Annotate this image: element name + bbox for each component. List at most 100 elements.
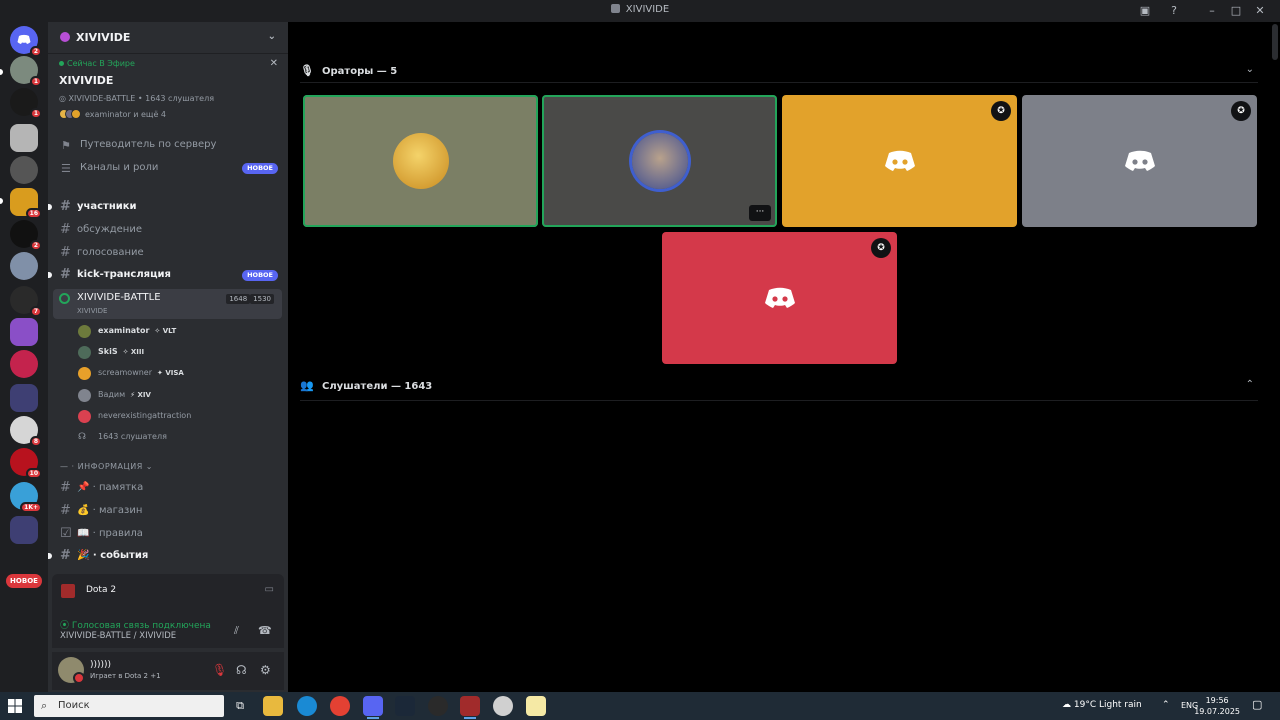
live-label: Сейчас В Эфире	[59, 59, 135, 68]
weather-widget[interactable]: ☁ 19°C Light rain	[1062, 700, 1142, 710]
tray-chevron-up-icon[interactable]: ⌃	[1162, 700, 1170, 710]
channel-item[interactable]: # kick-трансляция НОВОЕ	[48, 265, 282, 285]
server-icon[interactable]: 16	[10, 188, 42, 219]
moderator-icon: ✪	[871, 238, 891, 258]
hash-icon: #	[60, 245, 71, 260]
screen-share-icon[interactable]: ▭	[265, 584, 274, 595]
guild-header[interactable]: XIVIVIDE ⌄	[48, 22, 288, 54]
discord-taskbar-icon[interactable]	[363, 696, 383, 719]
voice-user[interactable]: examinator ✧ VLT	[76, 321, 276, 341]
server-icon[interactable]: 10	[10, 448, 42, 479]
server-icon[interactable]: 1	[10, 56, 42, 87]
scrollbar-thumb[interactable]	[1272, 24, 1278, 60]
speaker-tile[interactable]: ✪	[782, 95, 1017, 227]
chrome-icon[interactable]	[330, 696, 350, 716]
channel-item[interactable]: # обсуждение	[56, 220, 282, 240]
hash-icon: #	[60, 480, 71, 495]
signal-icon: ⦿	[60, 621, 72, 631]
server-icon[interactable]	[10, 318, 38, 346]
taskbar-clock[interactable]: 19:56 19.07.2025	[1194, 695, 1240, 717]
people-icon: 👥	[300, 379, 314, 392]
maximize-button[interactable]: □	[1228, 3, 1244, 19]
app-icon[interactable]	[428, 696, 448, 716]
headphones-icon[interactable]: ☊	[236, 663, 247, 677]
help-icon[interactable]: ?	[1166, 3, 1182, 19]
channel-item[interactable]: # голосование	[56, 243, 282, 263]
server-folder-icon[interactable]	[10, 516, 38, 544]
channel-item[interactable]: ☑ 📖 · правила	[56, 524, 282, 544]
server-guide-link[interactable]: ⚑ Путеводитель по серверу	[56, 135, 282, 155]
signpost-icon: ⚑	[61, 139, 71, 152]
unread-indicator	[48, 204, 52, 210]
server-icon[interactable]: 7	[10, 286, 42, 317]
more-options-button[interactable]: ···	[749, 205, 771, 221]
app-icon	[610, 4, 620, 13]
title-bar: XIVIVIDE ▣ ? – □ ✕	[0, 0, 1280, 22]
microphone-icon: 🎙	[300, 64, 314, 77]
dota-icon[interactable]	[460, 696, 480, 719]
gear-icon[interactable]: ⚙	[260, 663, 271, 677]
inbox-icon[interactable]: ▣	[1137, 3, 1153, 19]
server-icon[interactable]	[10, 252, 38, 280]
file-explorer-icon[interactable]	[263, 696, 283, 716]
game-activity-bar[interactable]: Dota 2 ▭	[52, 574, 284, 608]
avatar	[78, 346, 91, 359]
channel-item[interactable]: # 💰 · магазин	[56, 501, 282, 521]
channels-roles-link[interactable]: ☰ Каналы и роли НОВОЕ	[56, 158, 282, 178]
live-stage-card[interactable]: Сейчас В Эфире ✕ XIVIVIDE ◎ XIVIVIDE-BAT…	[56, 56, 282, 122]
voice-user[interactable]: SkiS ✧ XIII	[76, 342, 276, 362]
discord-logo-icon	[764, 287, 795, 308]
voice-user[interactable]: screamowner ✦ VISA	[76, 363, 276, 383]
app-icon[interactable]	[493, 696, 513, 716]
minimize-button[interactable]: –	[1204, 3, 1220, 19]
notepad-icon[interactable]	[526, 696, 546, 716]
chevron-down-icon[interactable]: ⌄	[1246, 64, 1254, 75]
speaker-tile[interactable]: ···	[542, 95, 777, 227]
voice-user[interactable]: Вадим ⚡ XIV	[76, 385, 276, 405]
hash-icon: #	[60, 267, 71, 282]
unread-pill	[0, 69, 3, 75]
voice-user-count: 1648 1530	[226, 294, 274, 304]
category-header[interactable]: — · ИНФОРМАЦИЯ ⌄	[60, 462, 153, 471]
speaker-tile[interactable]: ✪	[662, 232, 897, 364]
close-icon[interactable]: ✕	[270, 58, 278, 69]
voice-user[interactable]: neverexistingattraction	[76, 406, 276, 426]
mic-muted-icon[interactable]: 🎙	[212, 663, 227, 677]
notifications-icon[interactable]: ▢	[1252, 698, 1262, 711]
server-icon[interactable]: 8	[10, 416, 42, 447]
speaker-tile[interactable]	[303, 95, 538, 227]
noise-suppression-icon[interactable]: ⫽	[234, 624, 239, 638]
chevron-up-icon[interactable]: ⌃	[1246, 379, 1254, 390]
home-button[interactable]: 2	[10, 26, 42, 57]
listeners-count[interactable]: ☊ 1643 слушателя	[76, 427, 276, 447]
close-window-button[interactable]: ✕	[1252, 3, 1268, 19]
disconnect-icon[interactable]: ☎	[258, 624, 272, 637]
new-servers-badge[interactable]: НОВОЕ	[6, 574, 42, 588]
server-icon[interactable]: 1K+	[10, 482, 42, 513]
voice-connected-label[interactable]: ⦿ Голосовая связь подключена	[60, 618, 211, 631]
scrollbar[interactable]	[1270, 22, 1280, 692]
voice-channel-active[interactable]: XIVIVIDE-BATTLE XIVIVIDE 1648 1530	[53, 289, 282, 319]
avatar	[78, 325, 91, 338]
edge-icon[interactable]	[297, 696, 317, 716]
server-icon[interactable]	[10, 350, 38, 378]
server-icon[interactable]: 2	[10, 220, 42, 251]
server-folder-icon[interactable]	[10, 384, 38, 412]
voice-connection-panel: ⦿ Голосовая связь подключена XIVIVIDE-BA…	[52, 608, 284, 648]
server-icon[interactable]	[10, 124, 38, 152]
task-view-icon[interactable]: ⧉	[230, 696, 250, 716]
speaker-tile[interactable]: ✪	[1022, 95, 1257, 227]
channel-item[interactable]: # 🎉 · события	[48, 546, 282, 566]
stage-channel-icon	[59, 293, 70, 304]
moderator-icon: ✪	[991, 101, 1011, 121]
channel-item[interactable]: # 📌 · памятка	[56, 478, 282, 498]
hash-icon: #	[60, 222, 71, 237]
steam-icon[interactable]	[395, 696, 415, 716]
headphones-icon: ☊	[78, 432, 86, 442]
windows-start-icon[interactable]	[8, 699, 22, 713]
channel-item[interactable]: # участники	[48, 197, 282, 217]
server-icon[interactable]	[10, 156, 38, 184]
taskbar-search[interactable]: ⌕ Поиск	[34, 695, 224, 717]
server-icon[interactable]: 1	[10, 88, 42, 119]
avatar[interactable]	[58, 657, 85, 684]
